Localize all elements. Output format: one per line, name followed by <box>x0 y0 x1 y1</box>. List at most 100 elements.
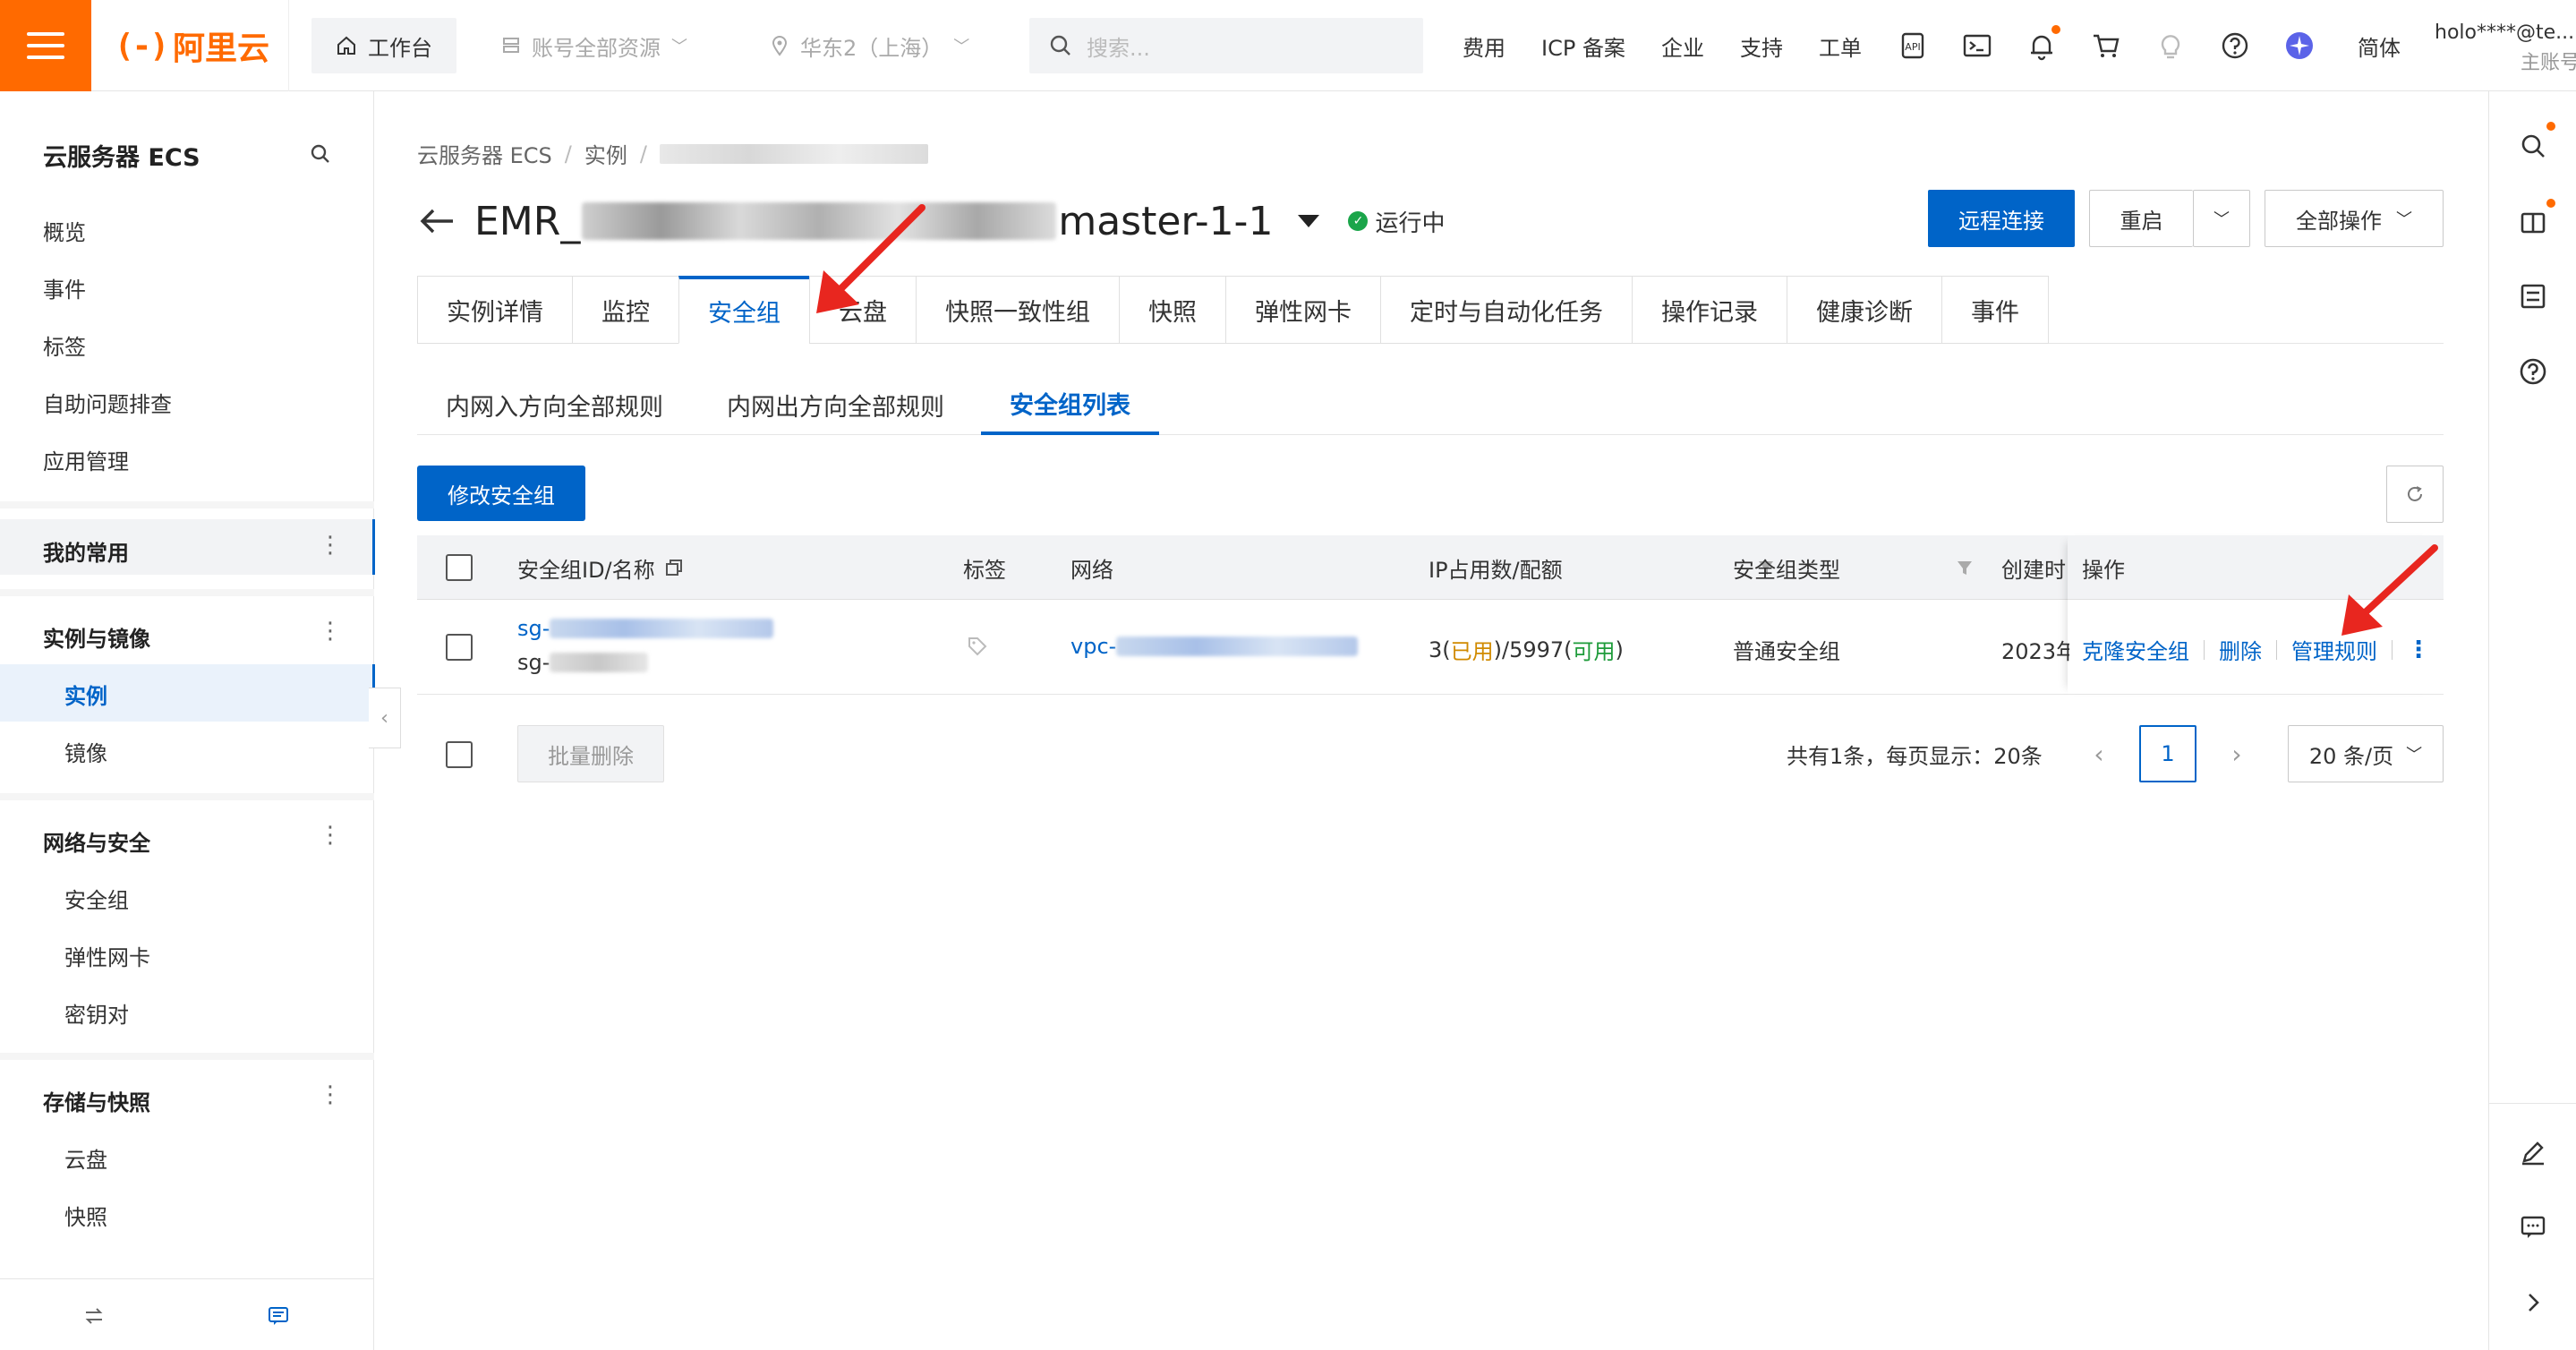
col-tags: 标签 <box>963 557 1006 583</box>
refresh-button[interactable] <box>2386 466 2444 523</box>
search-icon[interactable] <box>2516 122 2555 163</box>
filter-icon[interactable] <box>1955 535 1975 600</box>
sg-id-redacted <box>550 619 774 638</box>
restart-button[interactable]: 重启 <box>2089 190 2193 247</box>
nav-ticket[interactable]: 工单 <box>1819 0 1862 91</box>
feedback-icon[interactable] <box>2516 1210 2550 1244</box>
tab-monitoring[interactable]: 监控 <box>572 276 678 344</box>
search-icon <box>1050 35 1070 56</box>
resource-scope-dropdown[interactable]: 账号全部资源 ﹀ <box>501 18 687 73</box>
more-vertical-icon[interactable]: ⋮ <box>319 532 342 559</box>
global-search-input[interactable]: 搜索... <box>1029 18 1423 73</box>
sg-id-link[interactable]: sg- <box>517 616 774 641</box>
cloud-shell-icon[interactable]: API <box>1896 29 1930 63</box>
more-vertical-icon[interactable]: ⋮ <box>319 1081 342 1108</box>
sidebar-item-troubleshoot[interactable]: 自助问题排查 <box>43 387 172 418</box>
select-all-checkbox[interactable] <box>446 535 473 600</box>
menu-icon[interactable] <box>0 0 91 91</box>
help-icon[interactable] <box>2516 355 2550 389</box>
sidebar-item-security-groups[interactable]: 安全组 <box>64 883 129 914</box>
edit-icon[interactable] <box>2516 1135 2550 1169</box>
region-label: 华东2（上海） <box>800 35 943 61</box>
vpc-link[interactable]: vpc- <box>1070 634 1359 659</box>
subtab-security-group-list[interactable]: 安全组列表 <box>981 374 1159 435</box>
tab-health-diagnosis[interactable]: 健康诊断 <box>1787 276 1941 344</box>
more-vertical-icon[interactable]: ⋮ <box>319 822 342 849</box>
sidebar-group-instances-images[interactable]: 实例与镜像 <box>43 621 150 653</box>
aliyun-logo-mark-icon: (-) <box>115 27 169 64</box>
sidebar-item-events[interactable]: 事件 <box>43 272 86 303</box>
sidebar-item-snapshots[interactable]: 快照 <box>64 1200 107 1231</box>
sidebar-item-overview[interactable]: 概览 <box>43 215 86 246</box>
batch-delete-button[interactable]: 批量删除 <box>517 725 664 782</box>
copy-icon[interactable] <box>664 558 684 577</box>
tab-operation-logs[interactable]: 操作记录 <box>1632 276 1787 344</box>
nav-icp[interactable]: ICP 备案 <box>1541 0 1625 91</box>
sidebar-item-eni[interactable]: 弹性网卡 <box>64 940 150 971</box>
chevron-right-icon[interactable] <box>2516 1286 2550 1320</box>
lightbulb-icon[interactable] <box>2154 29 2188 63</box>
workbench-button[interactable]: 工作台 <box>311 18 456 73</box>
user-account[interactable]: holo****@te... 主账号 <box>2435 18 2576 79</box>
nav-enterprise[interactable]: 企业 <box>1661 0 1704 91</box>
aliyun-logo[interactable]: (-) 阿里云 <box>115 23 269 68</box>
checklist-icon[interactable] <box>2516 279 2550 313</box>
sidebar-item-images[interactable]: 镜像 <box>64 736 107 767</box>
tab-events[interactable]: 事件 <box>1941 276 2049 344</box>
breadcrumb-instances[interactable]: 实例 <box>584 138 627 169</box>
message-icon[interactable] <box>267 1304 290 1328</box>
tab-eni[interactable]: 弹性网卡 <box>1225 276 1380 344</box>
sidebar-item-keypairs[interactable]: 密钥对 <box>64 997 129 1029</box>
tag-icon[interactable] <box>967 636 988 657</box>
modify-security-group-button[interactable]: 修改安全组 <box>417 466 585 521</box>
tab-scheduled-tasks[interactable]: 定时与自动化任务 <box>1380 276 1632 344</box>
nav-support[interactable]: 支持 <box>1740 0 1783 91</box>
all-operations-label: 全部操作 <box>2296 208 2382 234</box>
remote-connect-button[interactable]: 远程连接 <box>1928 190 2075 247</box>
delete-link[interactable]: 删除 <box>2219 634 2262 665</box>
ai-assistant-icon[interactable] <box>2282 29 2316 63</box>
bell-icon[interactable] <box>2025 25 2060 63</box>
breadcrumb-ecs[interactable]: 云服务器 ECS <box>417 138 552 169</box>
sidebar-group-network-security[interactable]: 网络与安全 <box>43 825 150 857</box>
region-dropdown[interactable]: 华东2（上海） ﹀ <box>770 18 969 73</box>
clone-sg-link[interactable]: 克隆安全组 <box>2082 634 2189 665</box>
instance-name-suffix: master-1-1 <box>1058 198 1274 244</box>
chevron-left-icon[interactable]: ‹ <box>2086 725 2112 782</box>
sidebar-group-favorites[interactable]: 我的常用 <box>43 535 129 567</box>
divider <box>2204 639 2205 660</box>
restart-dropdown-button[interactable]: ﹀ <box>2193 190 2250 247</box>
tab-snapshots[interactable]: 快照 <box>1119 276 1225 344</box>
sidebar-item-instances[interactable]: 实例 <box>64 679 107 710</box>
page-size-select[interactable]: 20 条/页 ﹀ <box>2288 725 2444 782</box>
search-placeholder: 搜索... <box>1087 35 1150 61</box>
book-icon[interactable] <box>2516 199 2555 240</box>
search-icon[interactable] <box>308 141 333 167</box>
sidebar-item-disks[interactable]: 云盘 <box>64 1142 107 1174</box>
tab-security-groups[interactable]: 安全组 <box>678 276 809 344</box>
subtab-inbound-rules[interactable]: 内网入方向全部规则 <box>417 374 692 435</box>
more-vertical-icon[interactable]: ⋮ <box>319 618 342 645</box>
tab-snapshot-consistency-groups[interactable]: 快照一致性组 <box>916 276 1119 344</box>
all-operations-dropdown[interactable]: 全部操作 ﹀ <box>2265 190 2444 247</box>
cart-icon[interactable] <box>2089 29 2123 63</box>
page-1-button[interactable]: 1 <box>2139 725 2196 782</box>
chevron-right-icon[interactable]: › <box>2223 725 2250 782</box>
sg-name-prefix: sg- <box>517 650 550 675</box>
nav-fee[interactable]: 费用 <box>1463 0 1506 91</box>
help-icon[interactable] <box>2218 29 2252 63</box>
footer-select-all-checkbox[interactable] <box>446 741 473 768</box>
sidebar-group-storage-snapshots[interactable]: 存储与快照 <box>43 1085 150 1116</box>
switch-icon[interactable] <box>82 1304 106 1328</box>
language-switch[interactable]: 简体 <box>2358 0 2401 91</box>
tab-instance-details[interactable]: 实例详情 <box>417 276 572 344</box>
sidebar-item-tags[interactable]: 标签 <box>43 329 86 361</box>
subtab-outbound-rules[interactable]: 内网出方向全部规则 <box>698 374 973 435</box>
sidebar-item-app-management[interactable]: 应用管理 <box>43 444 129 475</box>
caret-down-icon[interactable] <box>1298 215 1320 227</box>
security-subtabs: 内网入方向全部规则 内网出方向全部规则 安全组列表 <box>417 374 2444 435</box>
back-arrow-icon[interactable] <box>417 201 456 241</box>
terminal-icon[interactable] <box>1960 29 1994 63</box>
row-checkbox[interactable] <box>446 634 473 661</box>
ip-used-label: 已用 <box>1450 639 1494 664</box>
